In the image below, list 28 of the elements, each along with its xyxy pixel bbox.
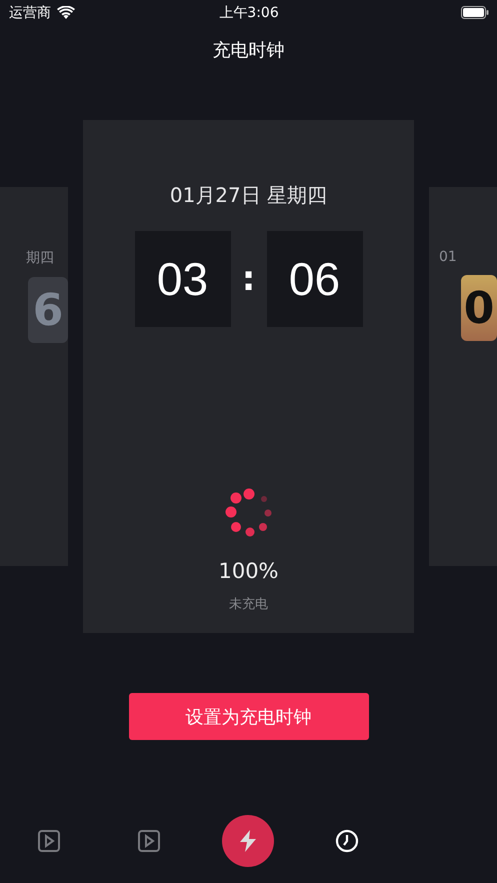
lightning-icon	[237, 829, 259, 853]
wifi-icon	[57, 6, 75, 20]
hour-digits: 03	[134, 231, 230, 327]
play-icon	[37, 829, 61, 853]
play-tab[interactable]	[136, 828, 162, 854]
page-title: 充电时钟	[212, 39, 286, 63]
date-text: 期四	[25, 249, 55, 267]
digit-tile: 0	[461, 275, 497, 341]
clock-card[interactable]: 01月27日 星期四 03 : 06 100% 未充电	[83, 120, 414, 633]
loading-spinner-icon	[224, 487, 272, 537]
date-text: 01月27日 星期四	[170, 182, 328, 209]
clock-card[interactable]: 期四 6	[0, 187, 68, 566]
charge-status: 未充电	[229, 596, 268, 613]
set-charging-clock-button[interactable]: 设置为充电时钟	[128, 693, 368, 740]
play-icon	[137, 829, 161, 853]
battery-icon	[461, 6, 490, 19]
clock-icon	[335, 829, 359, 853]
clock-tab[interactable]	[334, 828, 360, 854]
play-tab[interactable]	[36, 828, 62, 854]
status-time: 上午3:06	[219, 4, 279, 22]
date-text: 01	[438, 249, 458, 265]
time-separator: :	[240, 259, 256, 299]
digit-tile: 6	[28, 277, 68, 343]
carrier-text: 运营商	[9, 4, 51, 22]
clock-card[interactable]: 01 0	[429, 187, 497, 566]
battery-percent: 100%	[218, 559, 279, 583]
minute-digits: 06	[266, 231, 362, 327]
bolt-tab[interactable]	[222, 815, 274, 867]
